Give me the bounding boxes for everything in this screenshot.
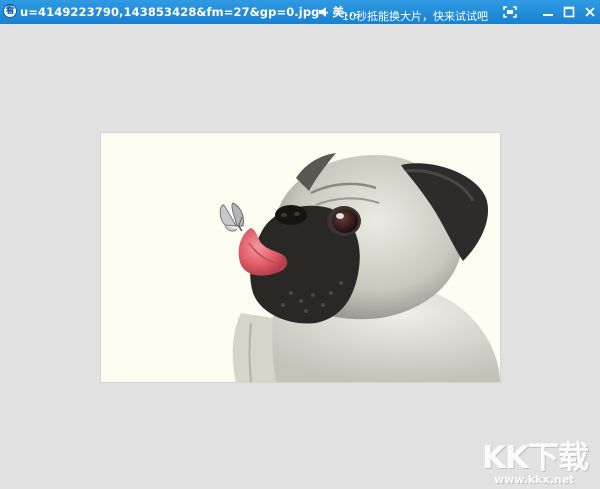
- pug-with-butterfly-photo: [219, 153, 500, 382]
- title-bar[interactable]: 看 u=4149223790,143853428&fm=27&gp=0.jpg …: [0, 0, 600, 24]
- image-canvas[interactable]: [0, 24, 600, 489]
- close-icon: [585, 7, 595, 17]
- image-viewer-window: 看 u=4149223790,143853428&fm=27&gp=0.jpg …: [0, 0, 600, 489]
- fullscreen-button[interactable]: [500, 2, 520, 22]
- promo-text: 10秒抵能换大片，快来试试吧！: [342, 10, 490, 22]
- minimize-icon: [543, 14, 553, 16]
- maximize-icon: [563, 6, 575, 18]
- window-title: u=4149223790,143853428&fm=27&gp=0.jpg - …: [20, 5, 358, 19]
- displayed-photo[interactable]: [101, 133, 500, 382]
- minimize-button[interactable]: [538, 2, 558, 22]
- fullscreen-icon: [503, 6, 517, 18]
- site-watermark: KK下载 www.kkx.net: [478, 432, 600, 489]
- watermark-url: www.kkx.net: [494, 473, 575, 486]
- watermark-logo: KK下载: [482, 440, 589, 476]
- speaker-icon: [319, 7, 326, 17]
- app-icon[interactable]: 看: [3, 4, 17, 18]
- close-button[interactable]: [580, 2, 600, 22]
- promo-marquee[interactable]: 10秒抵能换大片，快来试试吧！: [340, 2, 490, 22]
- sound-button[interactable]: [314, 2, 334, 22]
- maximize-button[interactable]: [559, 2, 579, 22]
